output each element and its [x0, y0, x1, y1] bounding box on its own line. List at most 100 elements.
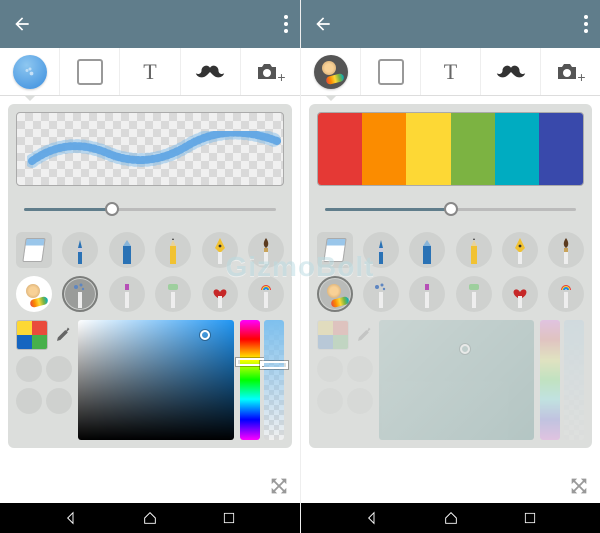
tool-airbrush[interactable]: [62, 276, 98, 312]
slider-thumb[interactable]: [105, 202, 119, 216]
eraser-icon: [323, 238, 346, 262]
more-vert-icon: [584, 15, 588, 33]
scribble-stroke: [27, 131, 284, 171]
tab-brush[interactable]: [301, 48, 361, 95]
eyedropper-icon: [353, 325, 373, 345]
swatches-button: [317, 320, 349, 350]
tool-brush-round[interactable]: [248, 232, 284, 268]
size-slider[interactable]: [16, 194, 284, 224]
tool-roller[interactable]: [456, 276, 492, 312]
text-icon: T: [143, 59, 156, 85]
brush-panel: [309, 104, 592, 448]
tool-pencil[interactable]: [456, 232, 492, 268]
tool-nib-pen[interactable]: [502, 232, 538, 268]
overflow-menu[interactable]: [584, 15, 588, 33]
tool-crayon[interactable]: [109, 276, 145, 312]
tab-text[interactable]: T: [421, 48, 481, 95]
tab-sticker[interactable]: [181, 48, 241, 95]
brush-preview: [16, 112, 284, 186]
swatches-button[interactable]: [16, 320, 48, 350]
recent-color-3[interactable]: [16, 388, 42, 414]
plus-icon: +: [277, 69, 285, 85]
recent-color-1[interactable]: [16, 356, 42, 382]
nav-recent[interactable]: [522, 510, 538, 526]
back-button[interactable]: [313, 14, 333, 34]
tool-airbrush[interactable]: [363, 276, 399, 312]
tool-pen-fine[interactable]: [363, 232, 399, 268]
camera-icon: [255, 62, 279, 82]
recent-color-1: [317, 356, 343, 382]
recent-color-4: [347, 388, 373, 414]
expand-button[interactable]: [568, 475, 590, 497]
tool-roller[interactable]: [155, 276, 191, 312]
color-area: [317, 320, 584, 440]
camera-icon: [555, 62, 579, 82]
tool-eraser[interactable]: [317, 232, 353, 268]
tab-camera[interactable]: +: [541, 48, 600, 95]
recent-color-2[interactable]: [46, 356, 72, 382]
nav-back[interactable]: [364, 510, 380, 526]
nav-recent[interactable]: [221, 510, 237, 526]
nav-home[interactable]: [142, 510, 158, 526]
tool-marker[interactable]: [409, 232, 445, 268]
nav-home[interactable]: [443, 510, 459, 526]
rainbow-stroke: [318, 113, 583, 185]
tool-marker[interactable]: [109, 232, 145, 268]
tool-brush-round[interactable]: [548, 232, 584, 268]
mustache-icon: [193, 64, 227, 80]
brush-icon: [13, 55, 47, 89]
tool-nib-pen[interactable]: [202, 232, 238, 268]
tool-eraser[interactable]: [16, 232, 52, 268]
recent-color-3: [317, 388, 343, 414]
tab-text[interactable]: T: [120, 48, 180, 95]
square-icon: [378, 59, 404, 85]
hue-slider[interactable]: [240, 320, 260, 440]
app-bar: [0, 0, 300, 48]
eyedropper-icon: [52, 325, 72, 345]
nav-back[interactable]: [63, 510, 79, 526]
recent-color-2: [347, 356, 373, 382]
brush-preview: [317, 112, 584, 186]
tool-finger-smudge[interactable]: [317, 276, 353, 312]
tool-tabs: T +: [0, 48, 300, 96]
tool-pencil[interactable]: [155, 232, 191, 268]
tab-camera[interactable]: +: [241, 48, 300, 95]
recent-color-4[interactable]: [46, 388, 72, 414]
tool-rainbow-brush[interactable]: [248, 276, 284, 312]
eyedropper-button: [353, 320, 373, 350]
tab-brush[interactable]: [0, 48, 60, 95]
android-navbar: [0, 503, 300, 533]
tool-crayon[interactable]: [409, 276, 445, 312]
tool-heart-stamp[interactable]: [202, 276, 238, 312]
finger-brush-icon: [314, 55, 348, 89]
overflow-menu[interactable]: [284, 15, 288, 33]
saturation-cursor[interactable]: [200, 330, 210, 340]
brush-panel: [8, 104, 292, 448]
tab-sticker[interactable]: [481, 48, 541, 95]
size-slider[interactable]: [317, 194, 584, 224]
hue-slider: [540, 320, 560, 440]
saturation-cursor: [460, 344, 470, 354]
alpha-slider: [564, 320, 584, 440]
saturation-box: [379, 320, 534, 440]
alpha-slider[interactable]: [264, 320, 284, 440]
eraser-icon: [22, 238, 45, 262]
mustache-icon: [494, 64, 528, 80]
tool-finger-smudge[interactable]: [16, 276, 52, 312]
tab-shape[interactable]: [361, 48, 421, 95]
saturation-box[interactable]: [78, 320, 234, 440]
tool-rainbow-brush[interactable]: [548, 276, 584, 312]
tool-heart-stamp[interactable]: [502, 276, 538, 312]
back-button[interactable]: [12, 14, 32, 34]
square-icon: [77, 59, 103, 85]
expand-button[interactable]: [268, 475, 290, 497]
tool-row-2: [16, 276, 284, 312]
tab-shape[interactable]: [60, 48, 120, 95]
eyedropper-button[interactable]: [52, 320, 72, 350]
text-icon: T: [444, 59, 457, 85]
tool-pen-fine[interactable]: [62, 232, 98, 268]
tool-row-1: [16, 232, 284, 268]
alpha-handle[interactable]: [260, 361, 288, 369]
slider-thumb[interactable]: [444, 202, 458, 216]
tool-tabs: T +: [301, 48, 600, 96]
